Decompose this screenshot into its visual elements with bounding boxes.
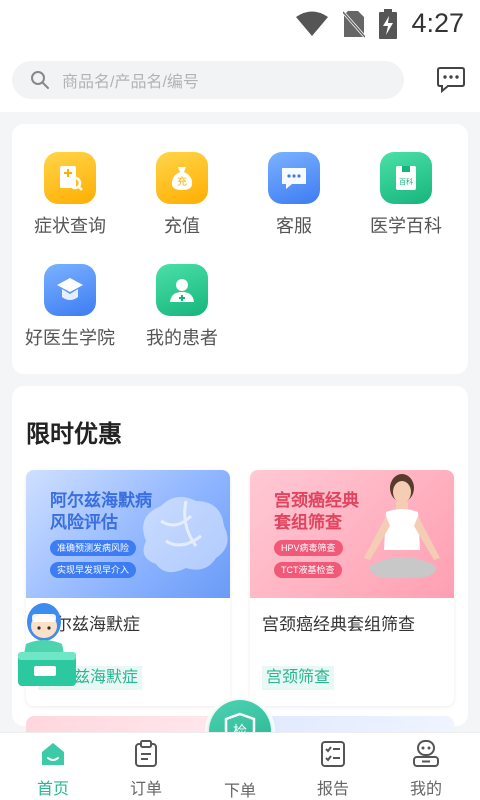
tab-label: 报告	[316, 781, 349, 798]
mascot-courier-icon[interactable]	[14, 600, 78, 692]
status-time: 4:27	[411, 8, 464, 38]
product-tag: 宫颈筛查	[262, 666, 335, 690]
section-title: 限时优惠	[26, 421, 122, 448]
message-icon[interactable]	[436, 64, 466, 94]
patient-icon	[156, 264, 208, 316]
bottom-tab-bar: 首页 订单 下单 报告 我的	[0, 732, 480, 800]
search-header: 商品名/产品名/编号	[0, 50, 480, 112]
banner-title-line: 套组筛查	[274, 513, 342, 532]
search-placeholder: 商品名/产品名/编号	[62, 74, 199, 91]
menu-item-recharge[interactable]: 充 充值	[126, 152, 238, 248]
chat-bubble-icon	[268, 152, 320, 204]
menu-item-academy[interactable]: 好医生学院	[14, 264, 126, 360]
banner-pill: 准确预测发病风险	[50, 540, 137, 556]
tab-home[interactable]: 首页	[13, 739, 93, 799]
product-banner-alzheimer: 阿尔兹海默病 风险评估 准确预测发病风险 实现早发现早介入	[26, 470, 230, 598]
tab-profile[interactable]: 我的	[386, 739, 466, 799]
menu-label: 症状查询	[34, 216, 106, 236]
menu-label: 我的患者	[146, 328, 218, 348]
tab-orders[interactable]: 订单	[106, 739, 186, 799]
tab-label: 我的	[409, 781, 442, 798]
menu-item-service[interactable]: 客服	[238, 152, 350, 248]
banner-title-line: 宫颈癌经典	[274, 491, 359, 510]
status-bar: 4:27	[0, 0, 480, 50]
no-sim-icon	[343, 10, 366, 38]
battery-charging-icon	[379, 8, 398, 39]
search-input[interactable]: 商品名/产品名/编号	[12, 61, 404, 99]
banner-pill: 实现早发现早介入	[50, 562, 137, 578]
product-banner-cervical: 宫颈癌经典套组筛查 HPV病毒筛查 TCT液基检查	[250, 470, 454, 598]
banner-pill: TCT液基检查	[274, 562, 342, 578]
svg-text:百科: 百科	[399, 177, 413, 186]
menu-label: 医学百科	[370, 216, 442, 236]
home-icon	[42, 743, 64, 765]
tab-reports[interactable]: 报告	[293, 739, 373, 799]
tab-place-order[interactable]: 下单	[200, 769, 280, 800]
tab-label: 下单	[223, 783, 256, 800]
menu-label: 好医生学院	[25, 328, 115, 348]
encyclopedia-icon: 百科	[380, 152, 432, 204]
menu-label: 客服	[276, 216, 312, 236]
banner-title-line: 阿尔兹海默病	[50, 491, 152, 510]
search-icon	[31, 71, 49, 89]
symptom-search-icon	[44, 152, 96, 204]
limited-offer-card: 限时优惠 阿尔兹海默病 风险评估 准确预测发病风险 实现早发现早介入 阿尔兹海默症…	[12, 386, 468, 726]
wifi-icon	[296, 11, 329, 36]
tab-label: 首页	[36, 781, 69, 798]
banner-title: 阿尔兹海默病 风险评估	[50, 490, 152, 534]
banner-title: 宫颈癌经典 套组筛查	[274, 490, 359, 534]
tab-label: 订单	[129, 781, 162, 798]
menu-item-symptom[interactable]: 症状查询	[14, 152, 126, 248]
banner-title-line: 风险评估	[50, 513, 118, 532]
menu-item-patients[interactable]: 我的患者	[126, 264, 238, 360]
banner-pill: HPV病毒筛查	[274, 540, 343, 556]
moneybag-icon: 充	[156, 152, 208, 204]
woman-yoga-illustration	[364, 474, 440, 579]
product-name: 宫颈癌经典套组筛查	[262, 615, 415, 634]
report-icon	[321, 741, 345, 767]
clipboard-icon	[135, 740, 157, 767]
product-card-cervical[interactable]: 宫颈癌经典 套组筛查 HPV病毒筛查 TCT液基检查 宫颈癌经典套组筛查 宫颈筛查	[250, 470, 454, 706]
academy-cap-icon	[44, 264, 96, 316]
quick-menu-card: 症状查询 充 充值 客服 百科 医学百科 好医生学院 我的患者	[12, 124, 468, 374]
menu-item-encyclopedia[interactable]: 百科 医学百科	[350, 152, 462, 248]
svg-text:充: 充	[177, 175, 187, 188]
menu-label: 充值	[164, 216, 200, 236]
profile-icon	[413, 740, 439, 767]
